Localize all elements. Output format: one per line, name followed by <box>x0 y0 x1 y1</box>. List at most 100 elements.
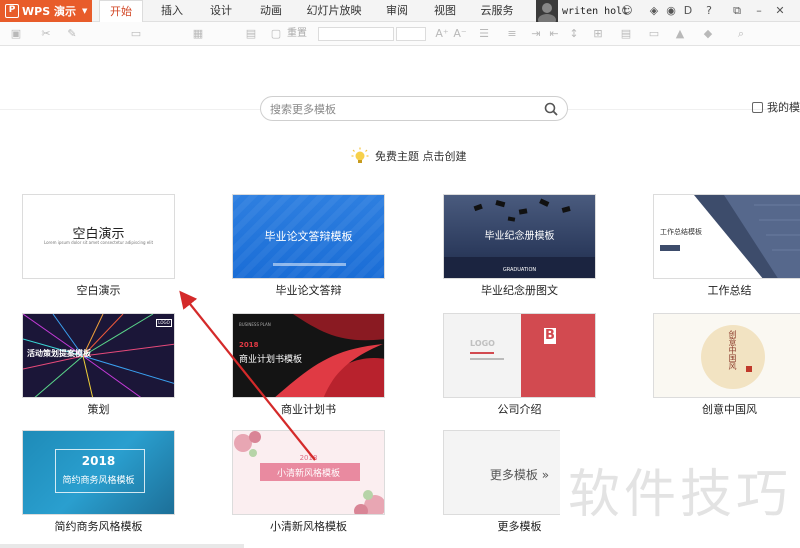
template-search[interactable] <box>260 96 568 121</box>
line-spacing-icon[interactable]: ↕ <box>566 27 582 41</box>
find-icon[interactable]: ⌕ <box>733 27 749 41</box>
template-thumbnail: 2018 商业计划书模板 BUSINESS PLAN <box>232 313 385 398</box>
template-thumbnail: 活动策划提案模板 LOGO <box>22 313 175 398</box>
format-painter-icon[interactable]: ✎ <box>64 27 80 41</box>
outdent-icon[interactable]: ⇤ <box>546 27 562 41</box>
close-icon[interactable]: ✕ <box>773 4 787 18</box>
tab-insert[interactable]: 插入 <box>152 0 192 22</box>
skin-icon[interactable]: ◉ <box>664 4 678 18</box>
new-slide-icon[interactable]: ▭ <box>128 27 144 41</box>
lightbulb-icon <box>351 147 369 163</box>
thumb-subtitle: BUSINESS PLAN <box>239 322 271 327</box>
chevron-down-icon: ▼ <box>82 7 88 15</box>
decrease-font-icon[interactable]: A⁻ <box>452 27 468 41</box>
restore-window-icon[interactable]: ⧉ <box>730 4 744 18</box>
template-card-fresh-style[interactable]: 2018 小清新风格模板 小清新风格模板 <box>232 430 385 534</box>
thumb-title: 小清新风格模板 <box>276 469 340 479</box>
indent-icon[interactable]: ⇥ <box>528 27 544 41</box>
thumb-subtitle: GRADUATION <box>502 267 537 273</box>
ribbon-toolbar: ▣ ✂ ✎ ▭ ▦ ▤ ▢ 重置 A⁺ A⁻ ☰ ≡ ⇥ ⇤ ↕ ⊞ ▤ ▭ ▲… <box>0 22 800 46</box>
cut-icon[interactable]: ✂ <box>38 27 54 41</box>
template-label: 毕业论文答辩 <box>275 284 342 297</box>
watermark: 软件技巧 <box>560 430 800 548</box>
thumb-title: 毕业纪念册模板 <box>484 231 555 242</box>
template-label: 毕业纪念册图文 <box>481 284 558 297</box>
font-size-select[interactable] <box>396 27 426 41</box>
template-thumbnail: 创意中国风 <box>653 313 800 398</box>
reset-button[interactable]: 重置 <box>287 27 307 41</box>
reset-icon[interactable]: ▢ <box>268 27 284 41</box>
thumb-title: 简约商务风格模板 <box>62 476 135 486</box>
thumb-title: 活动策划提案模板 <box>27 349 91 358</box>
my-templates-link[interactable]: 我的模 <box>752 100 800 114</box>
free-theme-label: 免费主题 点击创建 <box>375 150 467 163</box>
thumb-letter: B <box>544 328 556 344</box>
thumb-logo-badge: LOGO <box>156 319 172 327</box>
tab-slideshow[interactable]: 幻灯片放映 <box>300 0 368 22</box>
app-menu-button[interactable]: P WPS 演示 ▼ <box>0 0 92 22</box>
thumb-title: 毕业论文答辩模板 <box>264 230 353 243</box>
tab-animation[interactable]: 动画 <box>251 0 291 22</box>
template-card-company-intro[interactable]: B LOGO 公司介绍 <box>443 313 596 417</box>
template-card-blank[interactable]: 空白演示 Lorem ipsum dolor sit amet consecte… <box>22 194 175 298</box>
template-thumbnail: 毕业纪念册模板 GRADUATION <box>443 194 596 279</box>
thumb-line <box>470 358 504 360</box>
template-label: 创意中国风 <box>702 403 757 416</box>
template-card-business-plan[interactable]: 2018 商业计划书模板 BUSINESS PLAN 商业计划书 <box>232 313 385 417</box>
template-folder-icon <box>752 101 763 113</box>
smiley-icon[interactable]: ☺ <box>620 4 634 18</box>
template-card-thesis[interactable]: 毕业论文答辩模板 毕业论文答辩 <box>232 194 385 298</box>
tab-view[interactable]: 视图 <box>425 0 465 22</box>
template-label: 简约商务风格模板 <box>54 520 143 533</box>
tab-design[interactable]: 设计 <box>201 0 241 22</box>
fill-icon[interactable]: ◆ <box>700 27 716 41</box>
bullets-icon[interactable]: ☰ <box>476 27 492 41</box>
template-card-simple-business[interactable]: 2018 简约商务风格模板 简约商务风格模板 <box>22 430 175 534</box>
increase-font-icon[interactable]: A⁺ <box>432 27 452 41</box>
status-strip <box>0 544 244 548</box>
thumb-title: 工作总结模板 <box>660 228 702 236</box>
template-card-planning[interactable]: 活动策划提案模板 LOGO 策划 <box>22 313 175 417</box>
layout-icon[interactable]: ▦ <box>190 27 206 41</box>
share-icon[interactable]: ◈ <box>647 4 661 18</box>
watermark-text: 软件技巧 <box>568 465 793 525</box>
document-icon[interactable]: D <box>681 4 695 18</box>
text-direction-icon[interactable]: ⊞ <box>590 27 606 41</box>
textbox-icon[interactable]: ▭ <box>646 27 662 41</box>
section-icon[interactable]: ▤ <box>243 27 259 41</box>
template-label: 小清新风格模板 <box>270 520 347 533</box>
free-theme-link[interactable]: 免费主题 点击创建 <box>351 146 467 166</box>
minimize-icon[interactable]: – <box>752 4 766 18</box>
avatar <box>536 0 558 22</box>
thumb-title: 商业计划书模板 <box>239 355 303 365</box>
numbering-icon[interactable]: ≡ <box>504 27 520 41</box>
building-graphic <box>660 195 800 278</box>
thumb-title: 创意中国风 <box>728 330 737 370</box>
help-icon[interactable]: ? <box>702 4 716 18</box>
user-account[interactable]: writen holt <box>536 0 628 22</box>
picture-icon[interactable]: ▲ <box>672 27 688 41</box>
template-label: 空白演示 <box>76 284 121 297</box>
tab-cloud-service[interactable]: 云服务 <box>474 0 520 22</box>
thumb-subtitle: Lorem ipsum dolor sit amet consectetur a… <box>43 240 154 245</box>
search-input[interactable] <box>270 100 530 118</box>
thumb-year: 2018 <box>299 454 318 462</box>
template-label: 商业计划书 <box>281 403 336 416</box>
template-thumbnail: 2018 简约商务风格模板 <box>22 430 175 515</box>
thumb-line <box>470 352 494 354</box>
thumb-subline <box>273 263 346 266</box>
font-name-select[interactable] <box>318 27 394 41</box>
thumb-year: 2018 <box>81 454 116 468</box>
paste-icon[interactable]: ▣ <box>8 27 24 41</box>
template-card-graduation[interactable]: 毕业纪念册模板 GRADUATION 毕业纪念册图文 <box>443 194 596 298</box>
template-card-chinese-style[interactable]: 创意中国风 创意中国风 <box>653 313 800 417</box>
template-card-work-summary[interactable]: 工作总结模板 工作总结 <box>653 194 800 298</box>
template-thumbnail: 2018 小清新风格模板 <box>232 430 385 515</box>
template-thumbnail: B LOGO <box>443 313 596 398</box>
search-icon[interactable] <box>544 102 558 116</box>
template-thumbnail: 工作总结模板 <box>653 194 800 279</box>
my-templates-label: 我的模 <box>767 101 800 114</box>
tab-home[interactable]: 开始 <box>99 0 143 23</box>
tab-review[interactable]: 审阅 <box>377 0 417 22</box>
align-icon[interactable]: ▤ <box>618 27 634 41</box>
